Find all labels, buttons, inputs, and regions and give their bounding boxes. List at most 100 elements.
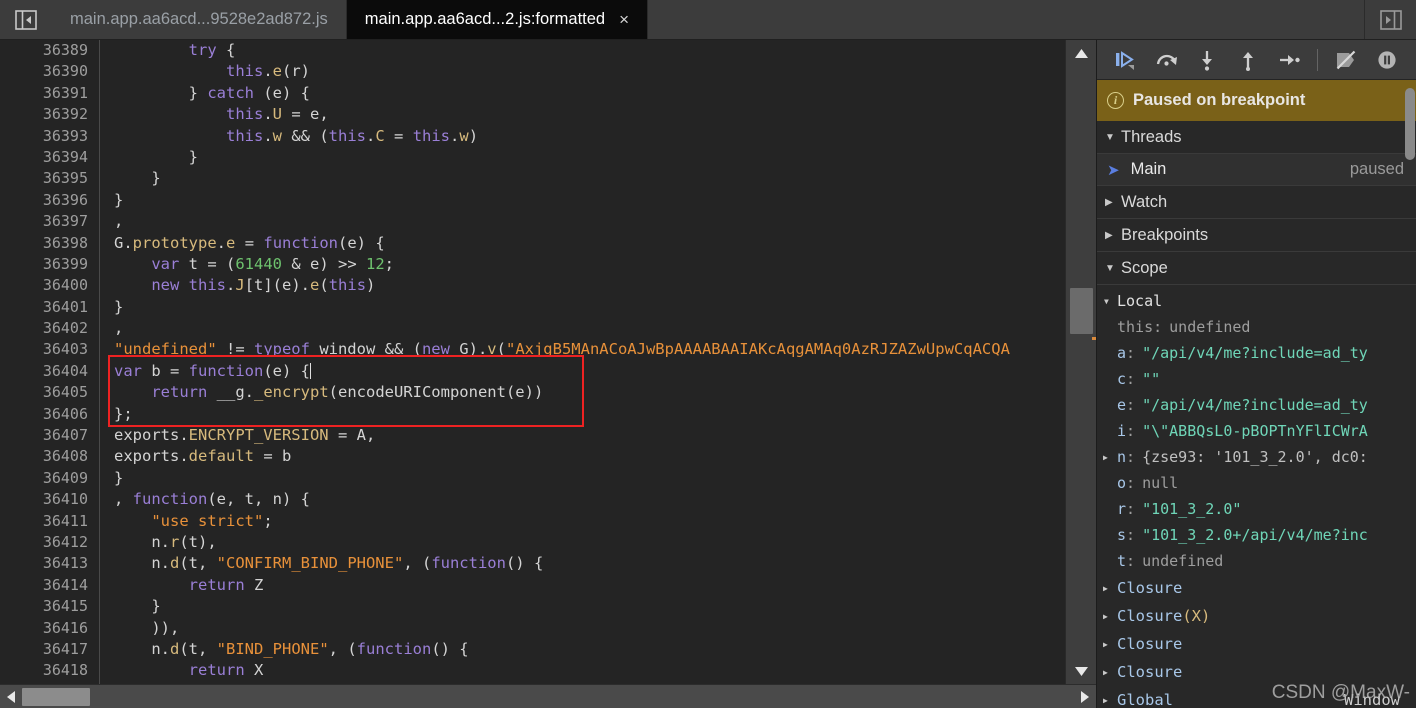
- step-out-icon[interactable]: [1229, 43, 1268, 77]
- scope-variable-row[interactable]: c: "": [1097, 366, 1416, 392]
- code-line[interactable]: };: [114, 404, 1096, 425]
- step-over-icon[interactable]: [1148, 43, 1187, 77]
- scope-closure-row[interactable]: Closure (X): [1097, 602, 1416, 630]
- section-threads[interactable]: Threads: [1097, 121, 1416, 154]
- step-into-icon[interactable]: [1188, 43, 1227, 77]
- scope-variable-row[interactable]: this: undefined: [1097, 314, 1416, 340]
- line-number[interactable]: 36407: [0, 425, 99, 446]
- line-number[interactable]: 36415: [0, 596, 99, 617]
- show-debugger-icon[interactable]: [1364, 0, 1416, 39]
- line-number[interactable]: 36393: [0, 126, 99, 147]
- line-number[interactable]: 36411: [0, 511, 99, 532]
- scope-variable-row[interactable]: o: null: [1097, 470, 1416, 496]
- sidebar-scrollbar[interactable]: [1404, 80, 1416, 708]
- line-number[interactable]: 36414: [0, 575, 99, 596]
- code-line[interactable]: ,: [114, 318, 1096, 339]
- scroll-right-icon[interactable]: [1074, 685, 1096, 708]
- code-line[interactable]: this.w && (this.C = this.w): [114, 126, 1096, 147]
- line-number[interactable]: 36397: [0, 211, 99, 232]
- code-line[interactable]: new this.J[t](e).e(this): [114, 275, 1096, 296]
- scope-closure-row[interactable]: Closure: [1097, 658, 1416, 686]
- code-line[interactable]: exports.default = b: [114, 446, 1096, 467]
- horizontal-scroll-thumb[interactable]: [22, 688, 90, 706]
- editor-tab-unformatted[interactable]: main.app.aa6acd...9528e2ad872.js: [52, 0, 347, 39]
- code-line[interactable]: return X: [114, 660, 1096, 681]
- code-line[interactable]: try {: [114, 40, 1096, 61]
- vertical-scroll-thumb[interactable]: [1070, 288, 1093, 334]
- scope-local-header[interactable]: Local: [1097, 288, 1416, 314]
- scope-variable-row[interactable]: r: "101_3_2.0": [1097, 496, 1416, 522]
- code-line[interactable]: }: [114, 468, 1096, 489]
- code-line[interactable]: this.U = e,: [114, 104, 1096, 125]
- code-line[interactable]: this.e(r): [114, 61, 1096, 82]
- line-number[interactable]: 36405: [0, 382, 99, 403]
- code-line[interactable]: "use strict";: [114, 511, 1096, 532]
- line-number[interactable]: 36396: [0, 190, 99, 211]
- line-number[interactable]: 36401: [0, 297, 99, 318]
- line-number[interactable]: 36406: [0, 404, 99, 425]
- line-number[interactable]: 36395: [0, 168, 99, 189]
- step-icon[interactable]: [1269, 43, 1308, 77]
- code-line[interactable]: }: [114, 596, 1096, 617]
- scope-variable-row[interactable]: i: "\"ABBQsL0-pBOPTnYFlICWrA: [1097, 418, 1416, 444]
- line-number[interactable]: 36404: [0, 361, 99, 382]
- scope-variable-row[interactable]: a: "/api/v4/me?include=ad_ty: [1097, 340, 1416, 366]
- line-number[interactable]: 36392: [0, 104, 99, 125]
- chevron-right-icon[interactable]: [1103, 696, 1117, 705]
- scroll-left-icon[interactable]: [0, 685, 22, 708]
- code-line[interactable]: }: [114, 190, 1096, 211]
- section-watch[interactable]: Watch: [1097, 186, 1416, 219]
- code-line[interactable]: ,: [114, 211, 1096, 232]
- line-number[interactable]: 36390: [0, 61, 99, 82]
- code-line[interactable]: }: [114, 147, 1096, 168]
- scroll-up-icon[interactable]: [1066, 42, 1096, 64]
- line-number[interactable]: 36394: [0, 147, 99, 168]
- code-line[interactable]: n.d(t, "BIND_PHONE", (function() {: [114, 639, 1096, 660]
- editor-tab-formatted[interactable]: main.app.aa6acd...2.js:formatted ×: [346, 0, 649, 39]
- code-line[interactable]: n.r(t),: [114, 532, 1096, 553]
- sidebar-scroll-thumb[interactable]: [1405, 88, 1415, 160]
- line-number[interactable]: 36402: [0, 318, 99, 339]
- scroll-down-icon[interactable]: [1066, 660, 1096, 682]
- scope-variable-row[interactable]: t: undefined: [1097, 548, 1416, 574]
- line-number-gutter[interactable]: 36389 36390 36391 36392 36393 36394 36395 36396…: [0, 40, 100, 684]
- code-line[interactable]: G.prototype.e = function(e) {: [114, 233, 1096, 254]
- line-number[interactable]: 36409: [0, 468, 99, 489]
- source-code[interactable]: try { this.e(r) } catch (e) { this.U = e…: [100, 40, 1096, 684]
- code-line[interactable]: exports.ENCRYPT_VERSION = A,: [114, 425, 1096, 446]
- code-line[interactable]: var b = function(e) {: [114, 361, 1096, 382]
- chevron-right-icon[interactable]: [1103, 640, 1117, 649]
- thread-row-main[interactable]: ➤ Main paused: [1097, 154, 1416, 186]
- code-line[interactable]: , function(e, t, n) {: [114, 489, 1096, 510]
- line-number[interactable]: 36399: [0, 254, 99, 275]
- line-number[interactable]: 36417: [0, 639, 99, 660]
- chevron-right-icon[interactable]: [1103, 453, 1117, 462]
- chevron-right-icon[interactable]: [1103, 612, 1117, 621]
- code-line[interactable]: var t = (61440 & e) >> 12;: [114, 254, 1096, 275]
- line-number[interactable]: 36416: [0, 618, 99, 639]
- line-number[interactable]: 36418: [0, 660, 99, 681]
- code-line[interactable]: "undefined" != typeof window && (new G).…: [114, 339, 1096, 360]
- line-number[interactable]: 36389: [0, 40, 99, 61]
- editor-horizontal-scrollbar[interactable]: [0, 684, 1096, 708]
- code-line[interactable]: return Z: [114, 575, 1096, 596]
- code-line[interactable]: }: [114, 168, 1096, 189]
- scope-variable-row[interactable]: e: "/api/v4/me?include=ad_ty: [1097, 392, 1416, 418]
- resume-icon[interactable]: [1107, 43, 1146, 77]
- line-number[interactable]: 36408: [0, 446, 99, 467]
- code-line[interactable]: } catch (e) {: [114, 83, 1096, 104]
- line-number[interactable]: 36410: [0, 489, 99, 510]
- chevron-right-icon[interactable]: [1103, 584, 1117, 593]
- section-scope[interactable]: Scope: [1097, 252, 1416, 285]
- line-number[interactable]: 36391: [0, 83, 99, 104]
- scope-closure-row[interactable]: GlobalWindow: [1097, 686, 1416, 708]
- scope-variable-row[interactable]: s: "101_3_2.0+/api/v4/me?inc: [1097, 522, 1416, 548]
- close-icon[interactable]: ×: [619, 11, 629, 28]
- deactivate-breakpoints-icon[interactable]: [1327, 43, 1366, 77]
- editor-vertical-scrollbar[interactable]: [1065, 40, 1096, 684]
- scope-closure-row[interactable]: Closure: [1097, 574, 1416, 602]
- pause-on-exceptions-icon[interactable]: [1367, 43, 1406, 77]
- chevron-right-icon[interactable]: [1103, 668, 1117, 677]
- show-navigator-icon[interactable]: [0, 0, 52, 39]
- line-number[interactable]: 36400: [0, 275, 99, 296]
